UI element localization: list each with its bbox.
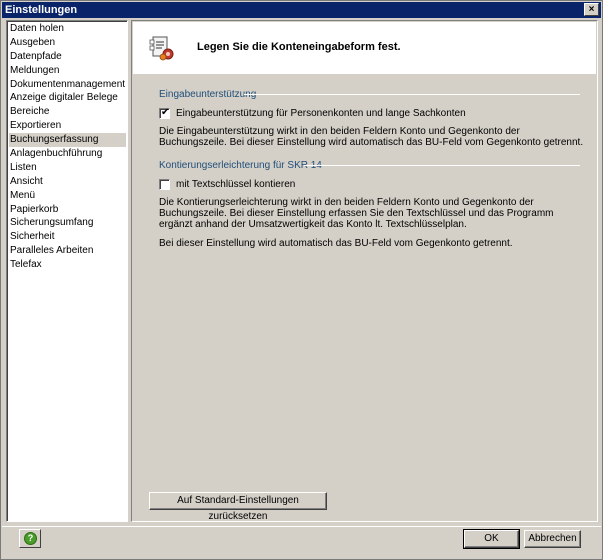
eingabeunterstuetzung-checkbox-row[interactable]: ✔ Eingabeunterstützung für Personenkonte… xyxy=(159,107,466,119)
sidebar-item[interactable]: Ausgeben xyxy=(9,36,126,50)
group-kontierungserleichterung-title: Kontierungserleichterung für SKR 14 xyxy=(159,160,322,171)
eingabeunterstuetzung-label[interactable]: Eingabeunterstützung für Personenkonten … xyxy=(176,108,466,119)
page-title: Legen Sie die Konteneingabeform fest. xyxy=(197,41,401,53)
eingabeunterstuetzung-description: Die Eingabeunterstützung wirkt in den be… xyxy=(159,126,584,148)
kontierungserleichterung-description: Die Kontierungserleichterung wirkt in de… xyxy=(159,197,554,230)
sidebar-item[interactable]: Telefax xyxy=(9,258,126,272)
sidebar-item[interactable]: Datenpfade xyxy=(9,50,126,64)
window-title: Einstellungen xyxy=(5,4,78,16)
sidebar-item[interactable]: Menü xyxy=(9,189,126,203)
sidebar-item[interactable]: Buchungserfassung xyxy=(9,133,126,148)
kontierungserleichterung-note: Bei dieser Einstellung wird automatisch … xyxy=(159,238,513,249)
sidebar-item[interactable]: Listen xyxy=(9,161,126,175)
title-bar[interactable]: Einstellungen × xyxy=(2,2,601,18)
help-icon[interactable]: ? xyxy=(24,532,37,545)
group-eingabeunterstuetzung-title: Eingabeunterstützung xyxy=(159,89,257,100)
textschluessel-checkbox[interactable] xyxy=(159,179,170,190)
category-list[interactable]: Daten holen Ausgeben Datenpfade Meldungen Do… xyxy=(6,20,128,522)
sidebar-item[interactable]: Anlagenbuchführung xyxy=(9,147,126,161)
sidebar-item[interactable]: Papierkorb xyxy=(9,203,126,217)
sidebar-item[interactable]: Sicherheit xyxy=(9,230,126,244)
eingabeunterstuetzung-checkbox[interactable]: ✔ xyxy=(159,107,170,119)
settings-window: Einstellungen × Daten holen Ausgeben Daten… xyxy=(0,0,603,560)
sidebar-item[interactable]: Anzeige digitaler Belege xyxy=(9,91,126,105)
sidebar-item[interactable]: Bereiche xyxy=(9,105,126,119)
sidebar-item[interactable]: Dokumentenmanagement xyxy=(9,78,126,92)
sidebar-item[interactable]: Exportieren xyxy=(9,119,126,133)
checkmark-icon: ✔ xyxy=(161,107,170,118)
cancel-label: Abbrechen xyxy=(528,533,577,544)
sidebar-item[interactable]: Meldungen xyxy=(9,64,126,78)
reset-defaults-button[interactable]: Auf Standard-Einstellungen zurücksetzen xyxy=(149,492,327,522)
sidebar-item[interactable]: Daten holen xyxy=(9,22,126,36)
textschluessel-checkbox-row[interactable]: mit Textschlüssel kontieren xyxy=(159,179,295,190)
cancel-button[interactable]: Abbrechen xyxy=(524,530,581,548)
ok-label: OK xyxy=(484,533,499,544)
settings-panel: Legen Sie die Konteneingabeform fest. Ei… xyxy=(131,20,598,522)
sidebar-item[interactable]: Sicherungsumfang xyxy=(9,216,126,230)
category-list-items: Daten holen Ausgeben Datenpfade Meldungen Do… xyxy=(9,22,126,272)
settings-document-icon xyxy=(149,36,174,61)
reset-defaults-label: Auf Standard-Einstellungen zurücksetzen xyxy=(177,495,299,522)
group-divider xyxy=(304,165,580,166)
sidebar-item[interactable]: Paralleles Arbeiten xyxy=(9,244,126,258)
textschluessel-label[interactable]: mit Textschlüssel kontieren xyxy=(176,179,295,190)
sidebar-item[interactable]: Ansicht xyxy=(9,175,126,189)
group-divider xyxy=(244,94,580,95)
ok-button[interactable]: OK xyxy=(463,529,520,549)
panel-header: Legen Sie die Konteneingabeform fest. xyxy=(133,22,596,74)
close-button[interactable]: × xyxy=(584,3,599,16)
footer-divider xyxy=(2,526,601,527)
